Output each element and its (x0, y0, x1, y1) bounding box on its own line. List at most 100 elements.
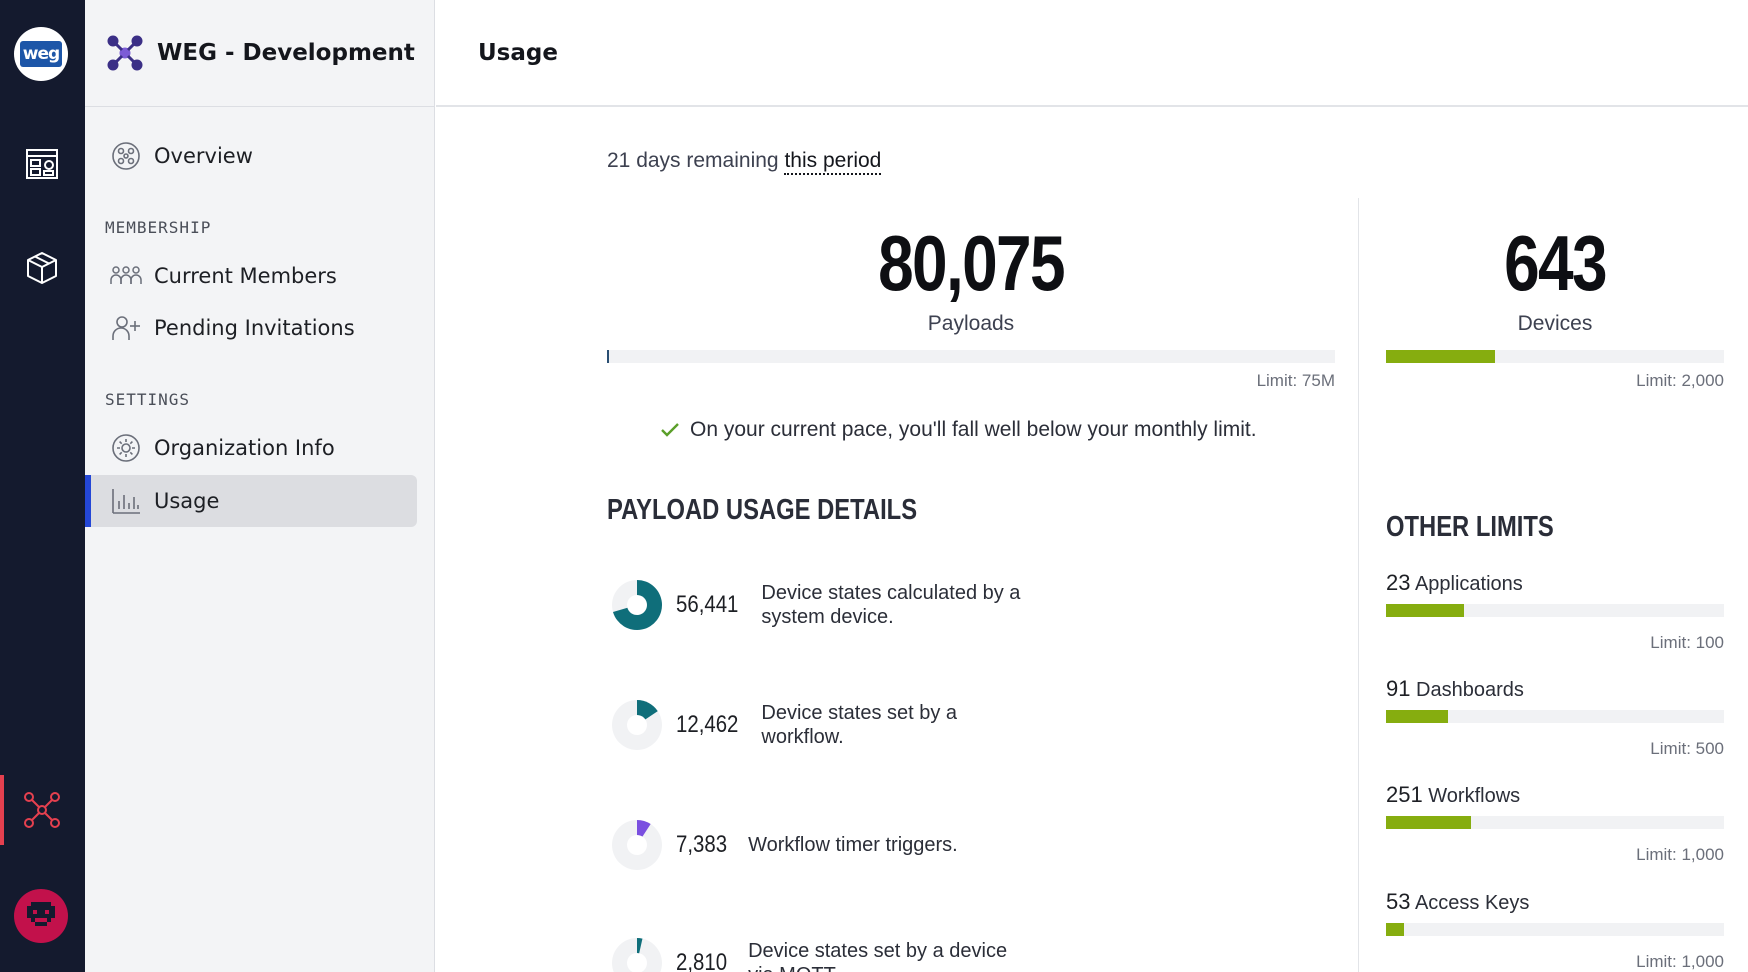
membership-section-heading: MEMBERSHIP (105, 218, 212, 237)
limit-progress-bar (1386, 816, 1724, 829)
page-title: Usage (478, 39, 558, 66)
detail-value: 12,462 (676, 711, 739, 738)
usage-pie-chart (612, 580, 662, 630)
limit-progress-fill (1386, 923, 1404, 936)
detail-description: Device states set by a device via MQTT. (748, 939, 1007, 972)
payloads-limit: Limit: 75M (1256, 371, 1335, 390)
period-remaining-text: 21 days remaining (607, 149, 779, 172)
users-group-icon (110, 260, 142, 292)
limit-item-limit: Limit: 1,000 (1636, 952, 1724, 971)
limit-item-value: 91 (1386, 676, 1411, 701)
list-item: 2,810 Device states set by a device via M… (610, 936, 1007, 972)
detail-description-line: Device states set by a (761, 702, 958, 724)
list-item: 7,383 Workflow timer triggers. (610, 818, 958, 872)
add-user-icon (110, 312, 142, 344)
organization-network-icon (105, 33, 145, 73)
limit-progress-bar (1386, 923, 1724, 936)
organization-network-icon[interactable] (20, 788, 64, 832)
overview-icon (110, 140, 142, 172)
sidebar-item-pending-invitations[interactable]: Pending Invitations (85, 302, 417, 354)
limit-item-label: Applications (1414, 573, 1523, 595)
other-limits-heading: OTHER LIMITS (1386, 511, 1554, 543)
limit-progress-bar (1386, 710, 1724, 723)
weg-logo[interactable]: weg (14, 27, 68, 81)
devices-limit: Limit: 2,000 (1636, 371, 1724, 390)
page-header: Usage (436, 0, 1748, 107)
pace-message-text: On your current pace, you'll fall well b… (690, 418, 1257, 441)
limit-item-value: 53 (1386, 889, 1411, 914)
sidebar-item-current-members[interactable]: Current Members (85, 250, 417, 302)
detail-description: Workflow timer triggers. (748, 833, 958, 857)
detail-description-line: Device states set by a device (748, 940, 1008, 962)
sidebar-item-usage[interactable]: Usage (85, 475, 417, 527)
limit-item-header: 23 Applications (1386, 570, 1724, 596)
detail-value: 56,441 (676, 591, 739, 618)
usage-pie-chart (612, 820, 662, 870)
weg-logo-text: weg (20, 41, 62, 67)
limit-progress-fill (1386, 816, 1471, 829)
gear-icon (110, 432, 142, 464)
sidebar-item-label: Usage (154, 489, 220, 513)
limit-item-header: 91 Dashboards (1386, 676, 1724, 702)
limit-item-limit: Limit: 100 (1650, 633, 1724, 652)
organization-sidebar: WEG - Development Overview MEMBERSHIP Cu… (85, 0, 435, 972)
list-item: 12,462 Device states set by a workflow. (610, 698, 957, 752)
user-avatar-icon[interactable] (14, 889, 68, 943)
detail-value: 2,810 (676, 949, 728, 972)
detail-description: Device states set by a workflow. (761, 701, 957, 749)
limit-item-dashboards: 91 Dashboards Limit: 500 (1386, 676, 1724, 759)
list-item: 56,441 Device states calculated by a syst… (610, 578, 1020, 632)
limit-item-applications: 23 Applications Limit: 100 (1386, 570, 1724, 653)
sidebar-item-label: Overview (154, 144, 253, 168)
limit-item-label: Workflows (1428, 785, 1521, 807)
payloads-label: Payloads (927, 312, 1015, 335)
limit-item-header: 53 Access Keys (1386, 889, 1724, 915)
pace-message: On your current pace, you'll fall well b… (660, 418, 1257, 442)
detail-description-line: via MQTT. (748, 964, 839, 972)
devices-progress-bar (1386, 350, 1724, 363)
limit-progress-bar (1386, 604, 1724, 617)
limit-progress-fill (1386, 604, 1464, 617)
period-remaining: 21 days remaining this period (607, 149, 882, 175)
detail-description-line: system device. (761, 606, 894, 628)
sidebar-header: WEG - Development (85, 0, 434, 107)
organization-name: WEG - Development (157, 40, 415, 66)
limit-item-value: 23 (1386, 570, 1411, 595)
column-divider (1358, 198, 1359, 972)
dashboard-layout-icon[interactable] (20, 142, 64, 186)
payload-usage-details-heading: PAYLOAD USAGE DETAILS (607, 494, 918, 526)
sidebar-item-label: Organization Info (154, 436, 335, 460)
app-rail: weg (0, 0, 85, 972)
sidebar-item-label: Pending Invitations (154, 316, 355, 340)
detail-description: Device states calculated by a system devi… (761, 581, 1020, 629)
bar-chart-icon (110, 485, 142, 517)
check-icon (660, 421, 680, 439)
usage-pie-chart (612, 700, 662, 750)
detail-value: 7,383 (676, 831, 728, 858)
limit-item-header: 251 Workflows (1386, 782, 1724, 808)
limit-progress-fill (1386, 710, 1448, 723)
limit-item-workflows: 251 Workflows Limit: 1,000 (1386, 782, 1724, 865)
limit-item-limit: Limit: 1,000 (1636, 845, 1724, 864)
limit-item-label: Access Keys (1414, 892, 1530, 914)
sidebar-item-label: Current Members (154, 264, 337, 288)
detail-description-line: workflow. (761, 726, 844, 748)
cube-icon[interactable] (20, 246, 64, 290)
detail-description-line: Workflow timer triggers. (748, 834, 958, 856)
devices-progress-fill (1386, 350, 1495, 363)
payloads-progress-fill (607, 350, 609, 363)
payloads-progress-bar (607, 350, 1335, 363)
devices-label: Devices (1517, 312, 1593, 335)
usage-pie-chart (612, 938, 662, 972)
settings-section-heading: SETTINGS (105, 390, 191, 409)
payloads-count: 80,075 (878, 219, 1065, 307)
limit-item-access-keys: 53 Access Keys Limit: 1,000 (1386, 889, 1724, 972)
sidebar-item-organization-info[interactable]: Organization Info (85, 422, 417, 474)
limit-item-limit: Limit: 500 (1650, 739, 1724, 758)
rail-active-indicator (0, 775, 4, 845)
this-period-link[interactable]: this period (784, 149, 882, 175)
limit-item-value: 251 (1386, 782, 1423, 807)
sidebar-item-overview[interactable]: Overview (85, 130, 417, 182)
detail-description-line: Device states calculated by a (761, 582, 1021, 604)
devices-count: 643 (1504, 219, 1607, 307)
